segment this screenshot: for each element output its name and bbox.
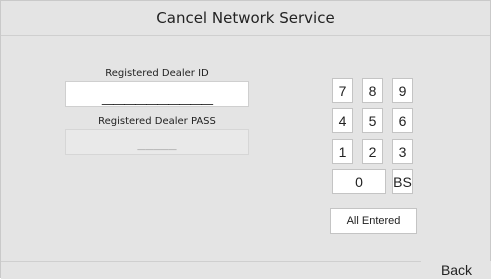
cancel-network-service-screen: Cancel Network Service Registered Dealer…	[0, 0, 491, 279]
title-bar: Cancel Network Service	[1, 1, 490, 36]
key-0[interactable]: 0	[332, 169, 386, 194]
bottom-bar	[1, 261, 490, 279]
key-1[interactable]: 1	[332, 139, 353, 164]
key-2[interactable]: 2	[362, 139, 383, 164]
key-5[interactable]: 5	[362, 108, 383, 133]
key-4[interactable]: 4	[332, 108, 353, 133]
page-title: Cancel Network Service	[156, 9, 335, 27]
backspace-button[interactable]: BS	[392, 169, 413, 194]
key-8[interactable]: 8	[362, 78, 383, 103]
dealer-id-label: Registered Dealer ID	[105, 68, 209, 79]
dealer-id-mask: __________	[101, 81, 213, 105]
all-entered-button[interactable]: All Entered	[330, 208, 417, 234]
key-7[interactable]: 7	[332, 78, 353, 103]
back-button[interactable]: Back	[421, 261, 491, 279]
dealer-id-field[interactable]: __________	[65, 81, 249, 107]
key-6[interactable]: 6	[392, 108, 413, 133]
key-9[interactable]: 9	[392, 78, 413, 103]
key-3[interactable]: 3	[392, 139, 413, 164]
dealer-pass-mask: _____	[137, 135, 177, 151]
dealer-pass-field[interactable]: _____	[65, 129, 249, 155]
dealer-pass-label: Registered Dealer PASS	[98, 116, 216, 127]
